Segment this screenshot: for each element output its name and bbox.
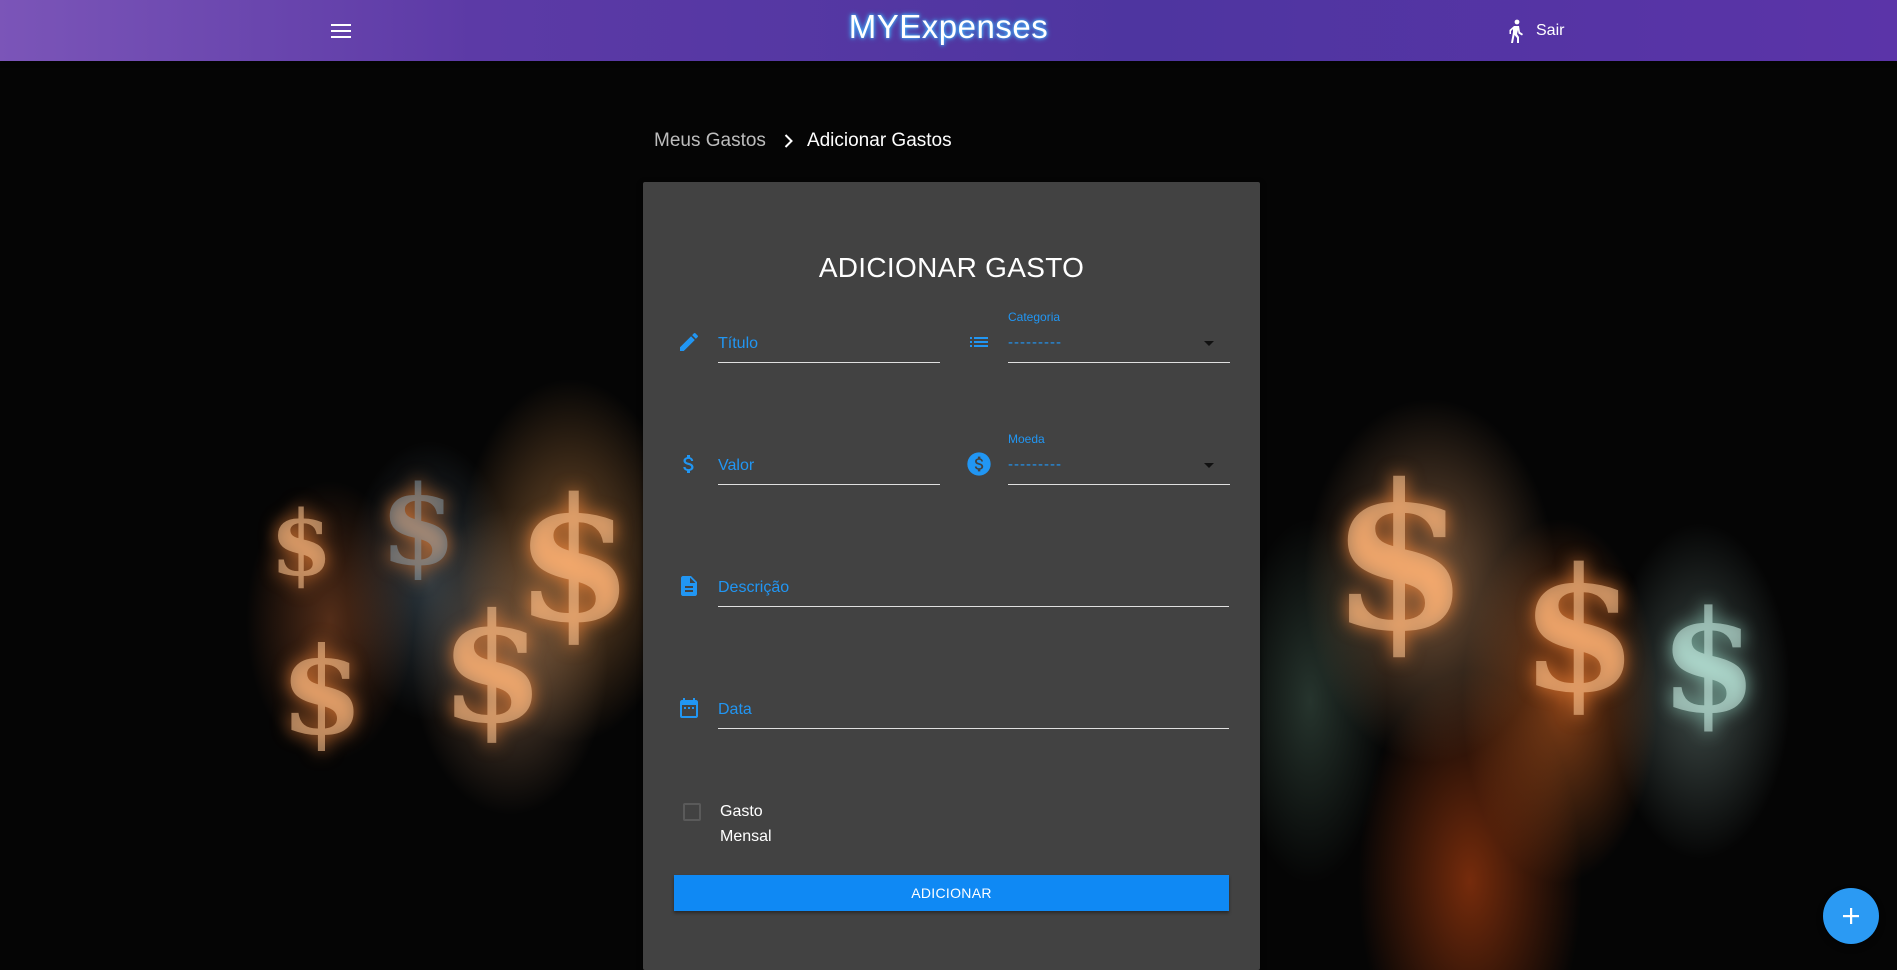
currency-circle-icon — [964, 449, 994, 479]
logout-button[interactable]: Sair — [1508, 16, 1564, 46]
data-field[interactable]: Data — [674, 693, 1229, 743]
data-label: Data — [718, 701, 752, 718]
moeda-label: Moeda — [1008, 432, 1045, 446]
add-expense-card: ADICIONAR GASTO Título Categoria -------… — [643, 182, 1260, 970]
gasto-mensal-checkbox[interactable] — [683, 803, 701, 821]
bokeh-dollar: $ — [1520, 531, 1639, 731]
breadcrumb-current: Adicionar Gastos — [806, 130, 952, 151]
bokeh-dollar: $ — [380, 461, 457, 590]
breadcrumb: Meus Gastos Adicionar Gastos — [654, 130, 952, 152]
valor-field[interactable]: Valor — [674, 449, 940, 499]
titulo-label: Título — [718, 335, 759, 352]
bokeh-dollar: $ — [1330, 441, 1470, 676]
calendar-icon — [674, 693, 704, 723]
top-app-bar: MYExpenses Sair — [0, 0, 1897, 61]
chevron-down-icon — [1204, 341, 1214, 346]
categoria-value: --------- — [1008, 334, 1062, 351]
menu-button[interactable] — [326, 16, 356, 46]
bokeh-dollar: $ — [1660, 581, 1758, 745]
moeda-underline — [1008, 484, 1230, 485]
bokeh-dollar: $ — [280, 621, 364, 762]
document-icon — [674, 571, 704, 601]
menu-icon — [331, 24, 351, 38]
chevron-down-icon — [1204, 463, 1214, 468]
adicionar-button[interactable]: ADICIONAR — [674, 875, 1229, 911]
valor-label: Valor — [718, 457, 755, 474]
data-underline — [718, 728, 1229, 729]
bokeh-dollar: $ — [515, 461, 634, 661]
categoria-underline — [1008, 362, 1230, 363]
valor-underline — [718, 484, 940, 485]
categoria-label: Categoria — [1008, 310, 1061, 324]
titulo-underline — [718, 362, 940, 363]
moeda-value: --------- — [1008, 456, 1062, 473]
gasto-mensal-label: Gasto Mensal — [720, 803, 772, 845]
brand-title: MYExpenses — [0, 8, 1897, 46]
form-title: ADICIONAR GASTO — [818, 252, 1085, 283]
moeda-select[interactable]: Moeda --------- — [964, 432, 1230, 499]
bokeh-dollar: $ — [270, 491, 333, 597]
gasto-mensal-checkbox-row[interactable]: Gasto Mensal — [683, 799, 780, 849]
descricao-underline — [718, 606, 1229, 607]
descricao-field[interactable]: Descrição — [674, 571, 1229, 621]
logout-label: Sair — [1536, 22, 1565, 39]
descricao-label: Descrição — [718, 579, 790, 596]
walking-person-icon — [1509, 19, 1523, 43]
list-icon — [964, 327, 994, 357]
dollar-icon — [674, 449, 704, 479]
pencil-icon — [674, 327, 704, 357]
breadcrumb-meus-gastos[interactable]: Meus Gastos — [654, 130, 766, 152]
brand-link[interactable]: MYExpenses — [849, 8, 1048, 45]
titulo-field[interactable]: Título — [674, 327, 940, 377]
categoria-select[interactable]: Categoria --------- — [964, 310, 1230, 377]
bokeh-dollar: $ — [440, 581, 545, 757]
add-fab-button[interactable] — [1823, 888, 1879, 944]
plus-icon — [1843, 908, 1859, 924]
chevron-right-icon — [784, 134, 793, 148]
